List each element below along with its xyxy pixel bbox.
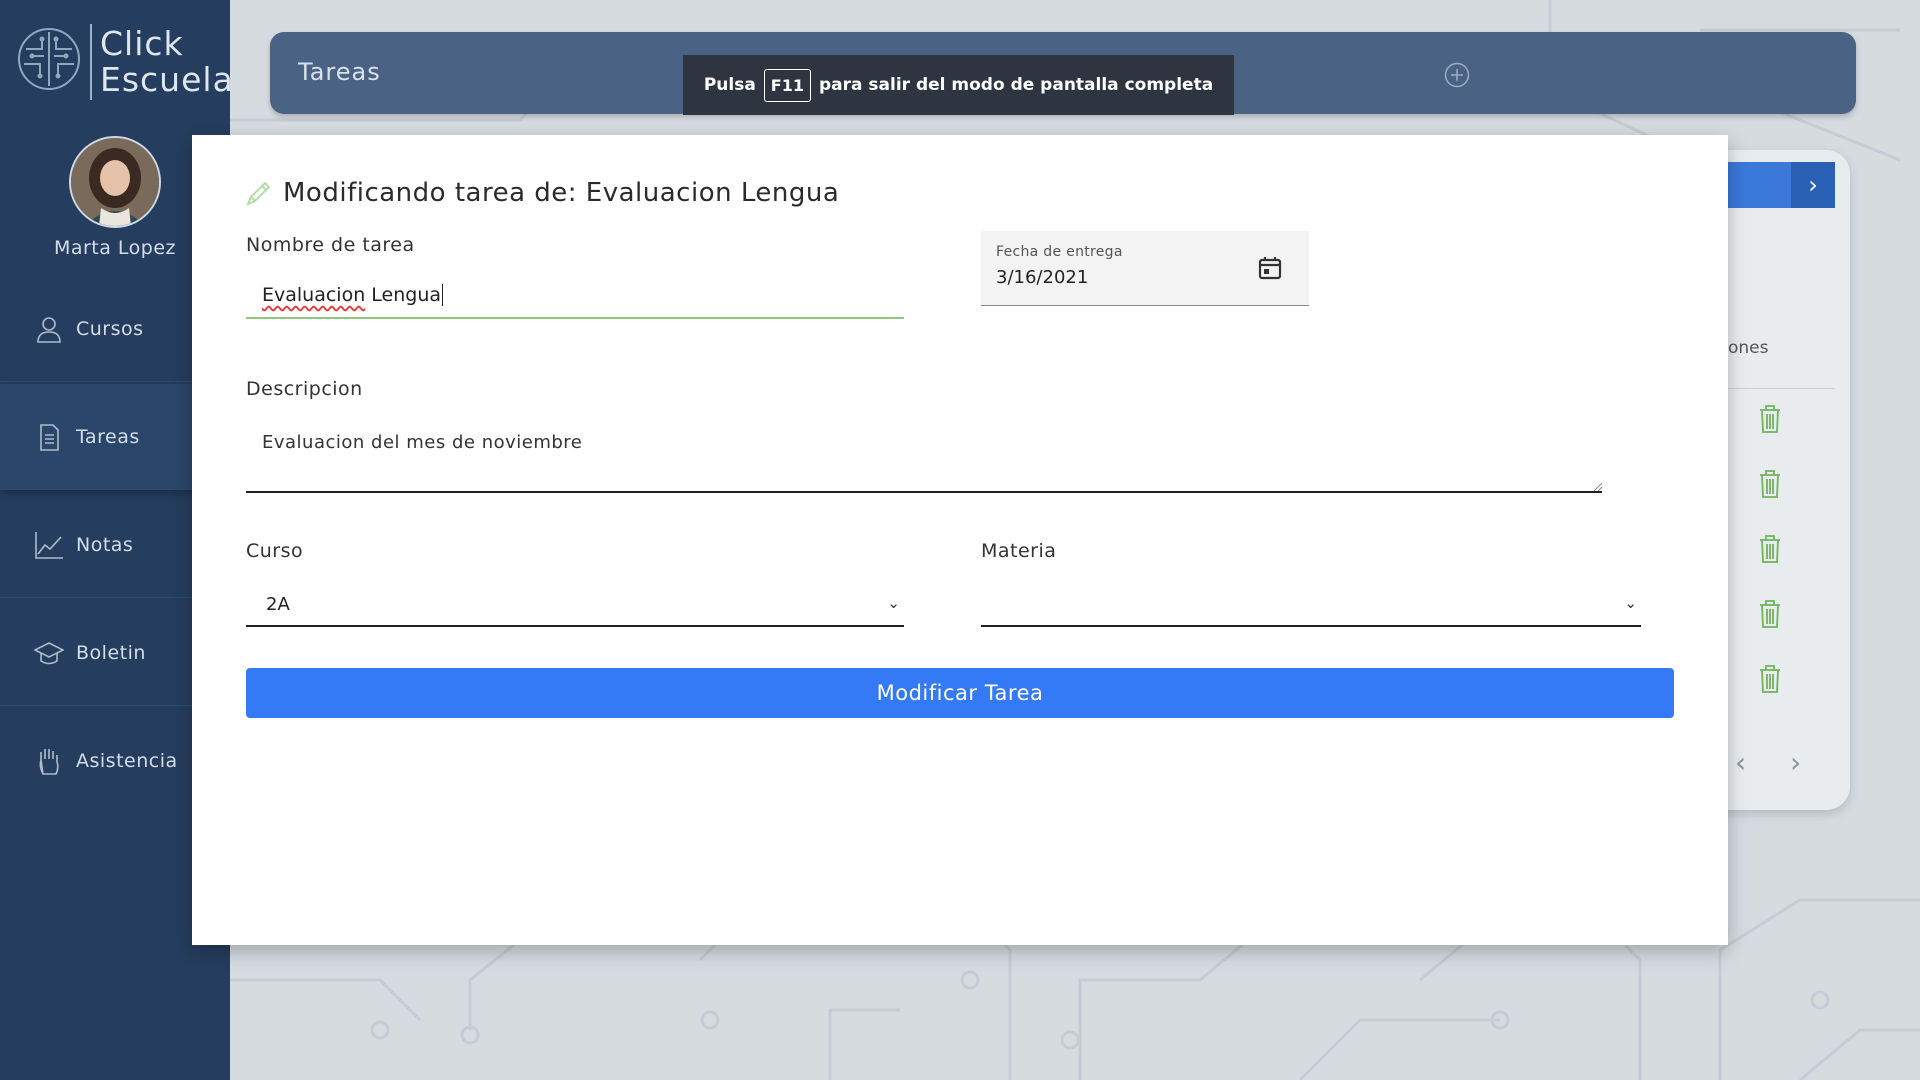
logo-divider: [90, 24, 92, 100]
trash-icon[interactable]: [1758, 469, 1782, 499]
pagination-prev-icon[interactable]: ‹: [1735, 746, 1746, 779]
modal-title-text: Modificando tarea de: Evaluacion Lengua: [283, 178, 840, 208]
modal-title: Modificando tarea de: Evaluacion Lengua: [245, 178, 839, 208]
add-circle-icon[interactable]: [1444, 62, 1470, 88]
toast-prefix: Pulsa: [703, 75, 756, 95]
task-name-label: Nombre de tarea: [246, 234, 415, 256]
sidebar-item-label: Notas: [76, 533, 134, 556]
chevron-down-icon: ⌄: [1624, 594, 1637, 612]
brain-circuit-logo-icon: [18, 28, 80, 90]
sidebar-item-label: Tareas: [76, 425, 140, 448]
task-name-input[interactable]: Evaluacion Lengua: [246, 273, 904, 319]
fullscreen-toast: Pulsa F11 para salir del modo de pantall…: [683, 55, 1234, 115]
due-date-field[interactable]: Fecha de entrega 3/16/2021: [981, 231, 1309, 306]
trash-icon[interactable]: [1758, 664, 1782, 694]
modify-task-button[interactable]: Modificar Tarea: [246, 668, 1674, 718]
logo-line-1: Click: [100, 24, 184, 63]
text-caret: [442, 284, 444, 306]
toast-key: F11: [763, 68, 811, 102]
avatar-photo-icon: [71, 138, 159, 226]
user-avatar[interactable]: [69, 136, 161, 228]
hand-icon: [39, 749, 59, 775]
user-icon: [37, 316, 61, 343]
sidebar-item-label: Cursos: [76, 317, 144, 340]
pagination-next-icon[interactable]: ›: [1790, 746, 1801, 779]
course-select-value: 2A: [266, 593, 290, 615]
trash-icon[interactable]: [1758, 404, 1782, 434]
edit-task-modal: Modificando tarea de: Evaluacion Lengua …: [192, 135, 1728, 945]
pencil-icon: [246, 181, 271, 206]
description-label: Descripcion: [246, 378, 363, 400]
subject-label: Materia: [981, 540, 1057, 562]
page-title: Tareas: [298, 58, 381, 86]
logo-line-2: Escuela: [100, 60, 234, 99]
sidebar-item-label: Boletin: [76, 641, 146, 664]
course-select[interactable]: 2A ⌄: [246, 583, 904, 627]
chevron-right-icon[interactable]: ›: [1791, 162, 1835, 208]
task-name-word-1: Evaluacion: [262, 284, 366, 306]
calendar-icon[interactable]: [1257, 255, 1283, 281]
due-date-label: Fecha de entrega: [996, 244, 1123, 260]
task-name-word-2: Lengua: [371, 284, 442, 306]
app-logo[interactable]: Click Escuela: [14, 24, 234, 104]
column-header-partial: ones: [1728, 338, 1769, 358]
description-textarea[interactable]: Evaluacion del mes de noviembre: [246, 421, 1602, 493]
sidebar-item-label: Asistencia: [76, 750, 178, 772]
logo-text: Click Escuela: [100, 26, 234, 98]
chevron-down-icon: ⌄: [887, 594, 900, 612]
course-label: Curso: [246, 540, 304, 562]
due-date-value: 3/16/2021: [996, 267, 1089, 288]
resize-handle-icon[interactable]: [1592, 481, 1602, 491]
document-icon: [40, 423, 59, 451]
toast-suffix: para salir del modo de pantalla completa: [819, 75, 1214, 95]
graduation-cap-icon: [34, 641, 64, 664]
subject-select[interactable]: ⌄: [981, 583, 1641, 627]
trash-icon[interactable]: [1758, 599, 1782, 629]
description-value: Evaluacion del mes de noviembre: [262, 432, 583, 453]
trash-icon[interactable]: [1758, 534, 1782, 564]
line-chart-icon: [35, 531, 63, 559]
